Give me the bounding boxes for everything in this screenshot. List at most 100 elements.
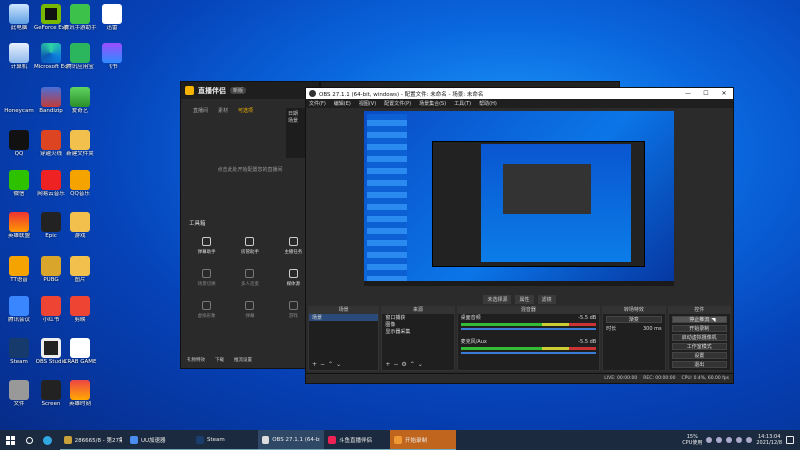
clock[interactable]: 14:13:04 2021/12/8 [756, 434, 782, 446]
live-setup-tip[interactable]: 点击此处开始配置您的直播间 [181, 166, 319, 173]
desktop-icon[interactable]: QQ音乐 [63, 170, 97, 198]
tool-icon [245, 237, 255, 246]
start-button[interactable] [0, 430, 20, 450]
app-icon [70, 130, 90, 150]
toolbox-item[interactable]: 弹幕 [228, 301, 271, 319]
desktop-icon[interactable]: 图片 [63, 256, 97, 284]
volume-slider[interactable] [460, 352, 597, 354]
desktop-icon[interactable]: 腾讯会议 [2, 296, 36, 324]
desktop-icon[interactable]: 剪映 [63, 296, 97, 324]
desktop-icon[interactable]: 英雄联盟 [2, 212, 36, 240]
menu-item[interactable]: 编辑(E) [334, 100, 351, 107]
menu-item[interactable]: 配置文件(P) [384, 100, 411, 107]
desktop-icon[interactable]: 飞书 [95, 43, 129, 71]
live-bottom-item[interactable]: 礼物特效 [187, 357, 205, 363]
sources-dock-footer-icons[interactable]: +−⚙⌃⌄ [385, 361, 426, 368]
source-item[interactable]: 窗口捕获 [382, 314, 453, 321]
minimize-icon[interactable]: — [679, 90, 697, 97]
desktop-icon[interactable]: TT语音 [2, 256, 36, 284]
taskbar-app[interactable]: 开始录制 [390, 430, 456, 450]
desktop-icon[interactable]: CRAB GAME [63, 338, 97, 366]
desktop-icon[interactable]: 此电脑 [2, 4, 36, 32]
desktop-icon[interactable]: 迅雷 [95, 4, 129, 32]
desktop-icon-label: 新建文件夹 [66, 151, 94, 157]
taskbar-app[interactable]: OBS 27.1.1 (64-bit) [258, 430, 324, 450]
tray-app-icon[interactable] [726, 437, 733, 443]
transition-select[interactable]: 渐变 [606, 316, 662, 323]
desktop-icon[interactable]: QQ [2, 130, 36, 158]
cpu-label: CPU使用 [682, 440, 703, 446]
menu-item[interactable]: 工具(T) [454, 100, 471, 107]
desktop-icon[interactable]: 文件 [2, 380, 36, 408]
toolbox-item[interactable]: 虚拟形象 [185, 301, 228, 319]
properties-button[interactable]: 属性 [515, 294, 534, 304]
cpu-usage[interactable]: 15% CPU使用 [682, 434, 702, 446]
toolbox-item[interactable]: 房管助手 [228, 237, 271, 255]
start-recording-button[interactable]: 开始录制 [671, 325, 727, 332]
live-scene-label: 日期 [288, 111, 299, 117]
app-icon [41, 130, 61, 150]
obs-titlebar[interactable]: OBS 27.1.1 (64-bit, windows) - 配置文件: 未命名… [306, 88, 733, 99]
taskbar-app[interactable]: 286665/8 - 第27集 [60, 430, 126, 450]
app-icon [9, 87, 29, 107]
source-item[interactable]: 显示器采集 [382, 328, 453, 335]
edge-icon[interactable] [38, 430, 56, 450]
menu-item[interactable]: 视图(V) [359, 100, 376, 107]
taskbar-app-icon [64, 435, 72, 444]
filters-button[interactable]: 滤镜 [537, 294, 556, 304]
desktop-icon[interactable]: 新建文件夹 [63, 130, 97, 158]
studio-mode-button[interactable]: 工作室模式 [671, 343, 727, 350]
desktop-icon[interactable]: 计算机 [2, 43, 36, 71]
maximize-icon[interactable]: ☐ [697, 90, 715, 97]
toolbox-item[interactable]: 场景切换 [185, 269, 228, 287]
live-bottom-item[interactable]: 下载 [215, 357, 224, 363]
taskbar-apps: 286665/8 - 第27集 UU加速器 Steam OBS 27.1.1 (64-… [60, 430, 456, 450]
live-scene-panel: 日期 场景 [286, 108, 306, 158]
desktop-icon-label: 英雄时刻 [68, 401, 91, 407]
virtual-camera-button[interactable]: 启动虚拟摄像机 [671, 334, 727, 341]
desktop-icon[interactable]: 爱奇艺 [63, 87, 97, 115]
live-tab[interactable]: 素材 [218, 107, 228, 114]
desktop-icon[interactable]: Honeycam [2, 87, 36, 115]
obs-window[interactable]: OBS 27.1.1 (64-bit, windows) - 配置文件: 未命名… [305, 87, 734, 384]
toolbox-title: 工具箱 [189, 221, 206, 227]
live-tab[interactable]: 直播间 [193, 107, 208, 114]
obs-preview[interactable] [364, 111, 674, 286]
desktop-icon[interactable]: 游戏 [63, 212, 97, 240]
volume-icon[interactable] [746, 437, 753, 443]
taskbar-app[interactable]: UU加速器 [126, 430, 192, 450]
desktop-icon[interactable]: Steam [2, 338, 36, 366]
preview-desktop-icons [367, 114, 407, 282]
toolbox-item[interactable]: 弹幕助手 [185, 237, 228, 255]
tray-app-icon[interactable] [716, 437, 723, 443]
stop-streaming-button[interactable]: 停止推流 [671, 316, 727, 323]
exit-button[interactable]: 退出 [671, 361, 727, 368]
network-icon[interactable] [736, 437, 743, 443]
duration-input[interactable]: 300 ms [643, 326, 662, 332]
menu-item[interactable]: 场景集合(S) [419, 100, 446, 107]
settings-button[interactable]: 设置 [671, 352, 727, 359]
close-icon[interactable]: ✕ [715, 90, 733, 97]
taskbar-app[interactable]: Steam [192, 430, 258, 450]
live-titlebar[interactable]: 直播伴侣 新版 [181, 82, 319, 99]
notification-icon[interactable] [786, 436, 794, 444]
desktop-icon[interactable]: 英雄时刻 [63, 380, 97, 408]
desktop-icon-label: 腾讯手游助手 [63, 25, 97, 31]
menu-item[interactable]: 帮助(H) [479, 100, 497, 107]
obs-window-title: OBS 27.1.1 (64-bit, windows) - 配置文件: 未命名… [319, 91, 484, 98]
source-item[interactable]: 图像 [382, 321, 453, 328]
scene-item[interactable]: 场景 [309, 314, 379, 321]
live-bottom-item[interactable]: 推流设置 [234, 357, 252, 363]
controls-dock-title: 控件 [668, 307, 730, 314]
taskbar-app[interactable]: 斗鱼直播伴侣 [324, 430, 390, 450]
toolbox-item[interactable]: 多人连麦 [228, 269, 271, 287]
desktop-icon[interactable]: 微信 [2, 170, 36, 198]
volume-slider[interactable] [460, 328, 597, 330]
desktop-icon[interactable]: 腾讯应用宝 [63, 43, 97, 71]
desktop-icon[interactable]: 腾讯手游助手 [63, 4, 97, 32]
tray-app-icon[interactable] [706, 437, 713, 443]
menu-item[interactable]: 文件(F) [309, 100, 326, 107]
scenes-dock-footer-icons[interactable]: +−⌃⌄ [312, 361, 344, 368]
live-tab[interactable]: 可选项 [238, 107, 253, 114]
search-icon[interactable] [20, 430, 38, 450]
